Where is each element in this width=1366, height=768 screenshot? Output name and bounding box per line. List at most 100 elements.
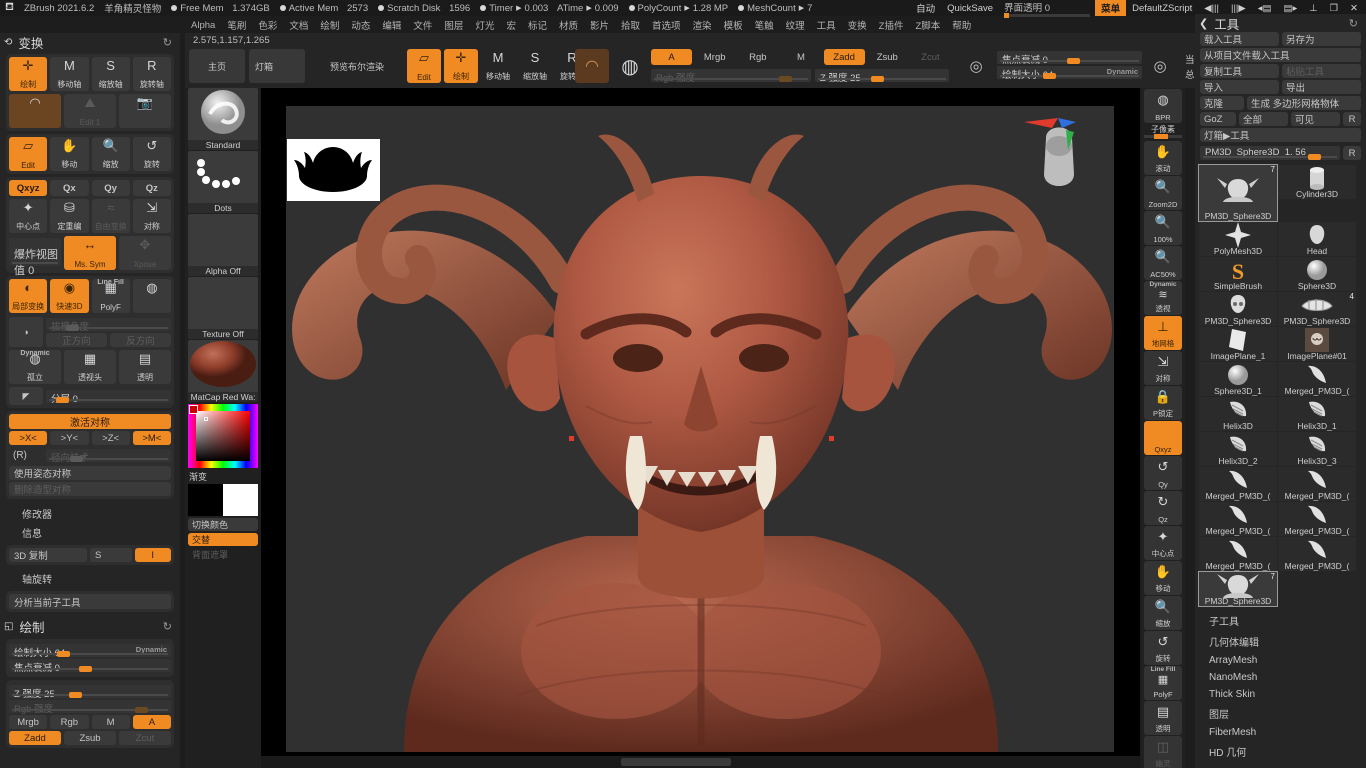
menu-item-20[interactable]: 工具 — [811, 18, 842, 32]
menu-item-22[interactable]: Z插件 — [873, 18, 910, 32]
menu-item-8[interactable]: 图层 — [438, 18, 469, 32]
edit-nav-Edit[interactable]: ▱ Edit — [9, 137, 48, 171]
window-minimize-button[interactable]: ⊥ — [1303, 2, 1323, 15]
tool-item-8[interactable]: ImagePlane_1 — [1199, 327, 1277, 361]
radial-count-slider[interactable]: 径向技术 — [46, 449, 171, 464]
quick-axis-Qy[interactable]: Qy — [91, 180, 130, 196]
quicksave-button[interactable]: QuickSave — [941, 2, 999, 15]
render-op-透视头[interactable]: ▦ 透视头 — [64, 350, 116, 384]
tool-submenu-7[interactable]: HD 几何 — [1195, 741, 1366, 762]
goz-visible-button[interactable]: 可见 — [1291, 112, 1340, 126]
viewport-缩放[interactable]: 🔍 缩放 — [1144, 596, 1182, 630]
menu-item-11[interactable]: 标记 — [522, 18, 553, 32]
palette-toggle-b-icon[interactable]: ▤▸ — [1277, 2, 1303, 15]
tool-item-17[interactable]: Merged_PM3D_( — [1278, 467, 1356, 501]
menu-item-3[interactable]: 文档 — [283, 18, 314, 32]
clone-button[interactable]: 克隆 — [1200, 96, 1244, 110]
menu-item-4[interactable]: 绘制 — [314, 18, 345, 32]
tab-boolean-preview[interactable]: 预览布尔渲染 — [309, 49, 405, 83]
make-polymesh3d-button[interactable]: 生成 多边形网格物体 — [1247, 96, 1361, 110]
tool-item-7[interactable]: 4 PM3D_Sphere3D — [1278, 292, 1356, 326]
quick-axis-Qxyz[interactable]: Qxyz — [9, 180, 48, 196]
symmetry-axis-Y[interactable]: >Y< — [50, 431, 89, 445]
menu-item-13[interactable]: 影片 — [584, 18, 615, 32]
display-op-3[interactable]: ◍ — [132, 279, 171, 313]
viewport-PolyF[interactable]: Line Fill ▦ PolyF — [1144, 666, 1182, 700]
zscript-name[interactable]: DefaultZScript — [1126, 2, 1198, 15]
tool-item-18[interactable]: Merged_PM3D_( — [1199, 502, 1277, 536]
tab-lightbox[interactable]: 灯箱 — [249, 49, 305, 83]
window-close-button[interactable]: ✕ — [1344, 2, 1366, 15]
quick-axis-Qx[interactable]: Qx — [50, 180, 89, 196]
switch-color-button[interactable]: 切换颜色 — [188, 518, 258, 531]
z-mode-zcut[interactable]: Zcut — [119, 731, 171, 745]
load-tool-from-project-button[interactable]: 从项目文件载入工具 — [1200, 48, 1361, 62]
viewport-透视[interactable]: Dynamic ≋ 透视 — [1144, 281, 1182, 315]
tool-item-10[interactable]: Sphere3D_1 — [1199, 362, 1277, 396]
toptool-mode-Edit[interactable]: ▱ Edit — [407, 49, 441, 83]
draft-angle-slider[interactable]: 拔模角度 — [46, 318, 171, 333]
tool-item-15[interactable]: Helix3D_3 — [1278, 432, 1356, 466]
tool-submenu-3[interactable]: NanoMesh — [1195, 669, 1366, 686]
palette-toggle-a-icon[interactable]: ◂▤ — [1252, 2, 1278, 15]
edit-nav-旋转[interactable]: ↺ 旋转 — [132, 137, 171, 171]
bevel-reverse-button[interactable]: 反方向 — [110, 333, 171, 347]
rgb-intensity-slider-top[interactable]: Rgb 强度 — [651, 69, 811, 84]
tool-item-5[interactable]: Sphere3D — [1278, 257, 1356, 291]
bevel-icon[interactable]: ◑ — [9, 316, 43, 347]
axis-op-定重编[interactable]: ⛁ 定重编 — [50, 199, 89, 233]
symmetry-op-Xpose[interactable]: ✥ Xpose — [119, 236, 171, 270]
tool-item-3[interactable]: Head — [1278, 222, 1356, 256]
goz-button[interactable]: GoZ — [1200, 112, 1236, 126]
tool-submenu-2[interactable]: ArrayMesh — [1195, 652, 1366, 669]
delete-shape-symmetry-button[interactable]: 删除造型对称 — [9, 482, 171, 496]
back-arrow-icon[interactable]: ⟲ — [4, 37, 12, 48]
focal-shift-slider-top[interactable]: 焦点衰减 0 — [997, 51, 1142, 66]
tool-submenu-4[interactable]: Thick Skin — [1195, 686, 1366, 703]
render-op-孤立[interactable]: Dynamic ◍ 孤立 — [9, 350, 61, 384]
current-tool-r-button[interactable]: R — [1343, 146, 1361, 160]
duplicate-3d-button[interactable]: 3D 复制 — [9, 548, 87, 562]
tool-item-12[interactable]: Helix3D — [1199, 397, 1277, 431]
canvas-scrollbar[interactable] — [621, 758, 731, 766]
load-tool-button[interactable]: 载入工具 — [1200, 32, 1279, 46]
symmetry-axis-X[interactable]: >X< — [9, 431, 48, 445]
axis-op-对称[interactable]: ⇲ 对称 — [132, 199, 171, 233]
quick-axis-Qz[interactable]: Qz — [132, 180, 171, 196]
toptool-mode-zcut[interactable]: Zcut — [910, 49, 951, 65]
refresh-icon[interactable]: ↻ — [1349, 17, 1358, 30]
tool-submenu-8[interactable]: 预览 — [1195, 762, 1366, 768]
color-mode-rgb[interactable]: Rgb — [50, 715, 89, 729]
menu-item-2[interactable]: 色彩 — [252, 18, 283, 32]
tab-home[interactable]: 主页 — [189, 49, 245, 83]
tool-submenu-0[interactable]: 子工具 — [1195, 610, 1366, 631]
menu-item-0[interactable]: Alpha — [185, 20, 221, 31]
ui-transparency-slider[interactable]: 界面透明 0 — [999, 0, 1095, 18]
symmetry-axis-M[interactable]: >M< — [132, 431, 171, 445]
tool-item-9[interactable]: ImagePlane#01 — [1278, 327, 1356, 361]
menu-item-19[interactable]: 纹理 — [780, 18, 811, 32]
toptool-mode-zadd[interactable]: Zadd — [823, 49, 865, 65]
use-posable-symmetry-button[interactable]: 使用姿态对称 — [9, 466, 171, 480]
menu-item-1[interactable]: 笔刷 — [221, 18, 252, 32]
viewport-Qz[interactable]: ↻ Qz — [1144, 491, 1182, 525]
toptool-mode-移动轴[interactable]: M 移动轴 — [481, 49, 515, 83]
paste-tool-button[interactable]: 粘贴工具 — [1282, 64, 1361, 78]
draw-size-slider-top[interactable]: 绘制大小 64 Dynamic — [997, 66, 1142, 81]
brush-thumb[interactable]: Standard — [188, 88, 258, 150]
draw-size-slider[interactable]: 绘制大小 64 Dynamic — [9, 644, 171, 659]
tool-item-21[interactable]: Merged_PM3D_( — [1278, 537, 1356, 571]
toptool-mode-绘制[interactable]: ✛ 绘制 — [444, 49, 478, 83]
goz-r-button[interactable]: R — [1343, 112, 1361, 126]
menu-item-5[interactable]: 动态 — [345, 18, 376, 32]
analyze-current-subtool-button[interactable]: 分析当前子工具 — [9, 594, 171, 609]
split-screen-slider[interactable]: 分屏 0 — [46, 389, 171, 405]
orientation-gizmo[interactable] — [1022, 116, 1096, 198]
focal-shift-slider[interactable]: 焦点衰减 0 — [9, 659, 171, 674]
tool-item-11[interactable]: Merged_PM3D_( — [1278, 362, 1356, 396]
tool-submenu-6[interactable]: FiberMesh — [1195, 724, 1366, 741]
texture-thumb[interactable]: Texture Off — [188, 277, 258, 339]
transform-mode-旋转轴[interactable]: R 旋转轴 — [132, 57, 171, 91]
menu-item-12[interactable]: 材质 — [553, 18, 584, 32]
color-picker[interactable] — [188, 404, 258, 468]
